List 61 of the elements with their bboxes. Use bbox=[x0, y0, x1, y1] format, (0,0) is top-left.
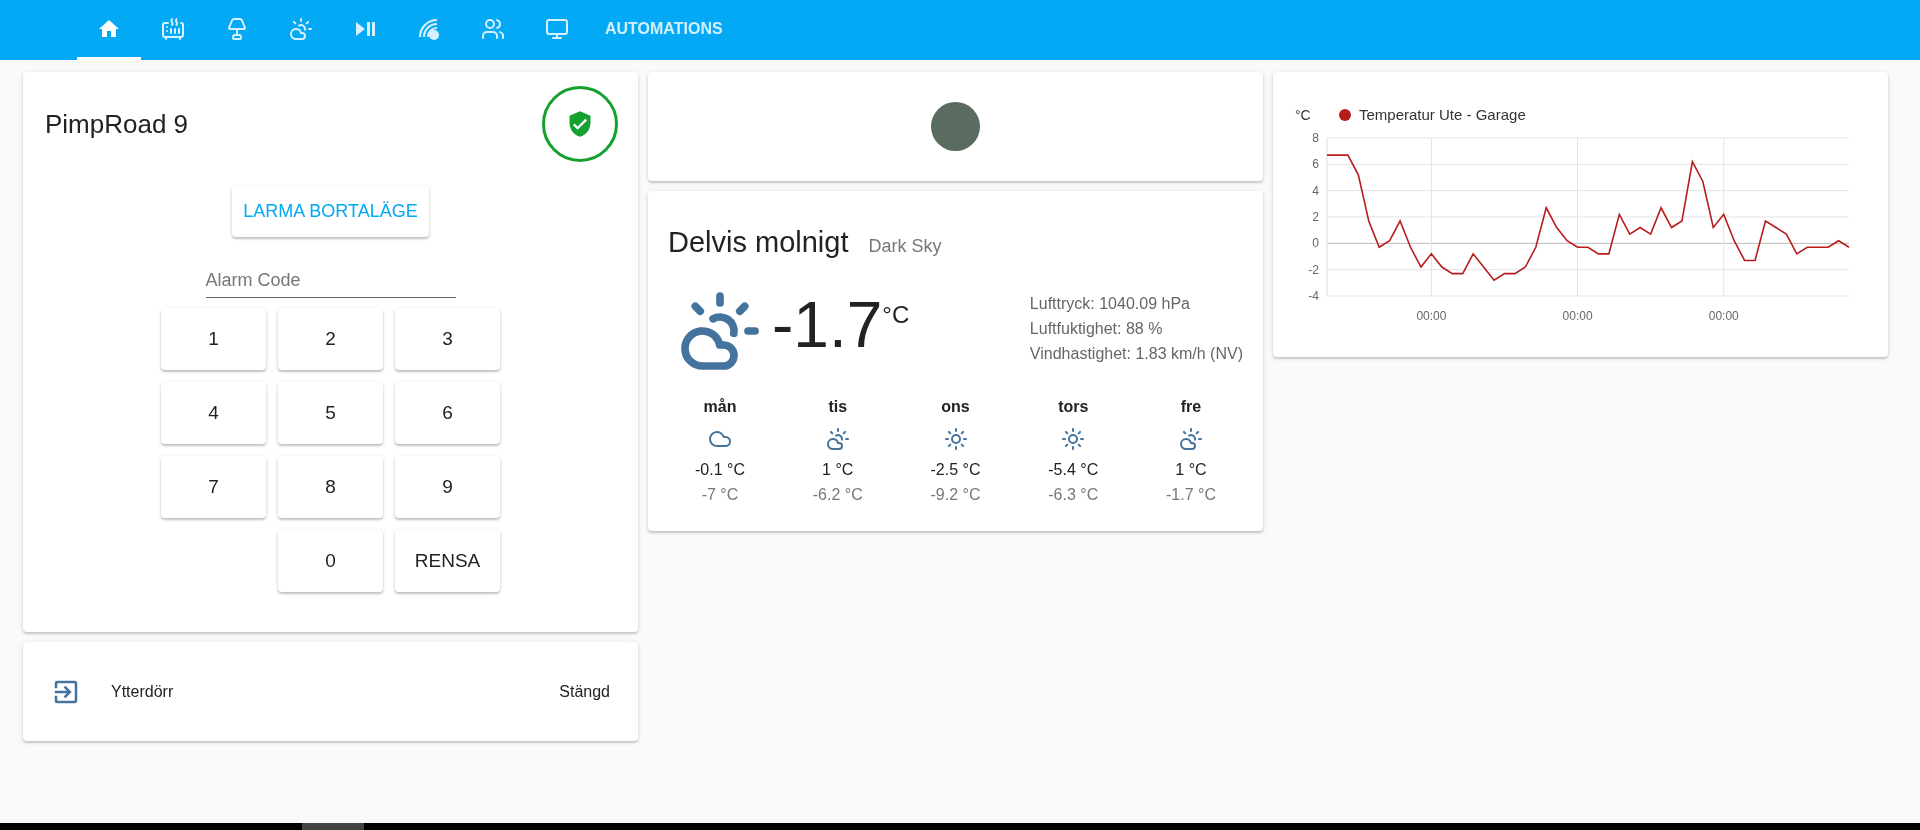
keypad-key[interactable]: 1 bbox=[161, 308, 266, 370]
y-tick-label: 2 bbox=[1312, 210, 1319, 224]
scrollbar-thumb[interactable] bbox=[302, 823, 364, 830]
forecast-day: mån bbox=[703, 394, 737, 419]
radiator-icon bbox=[161, 16, 185, 41]
weather-attribute: Lufttryck: 1040.09 hPa bbox=[1029, 293, 1191, 314]
keypad-key[interactable]: 2 bbox=[278, 308, 383, 370]
alarm-title: PimpRoad 9 bbox=[44, 107, 189, 141]
axis-unit-label: °C bbox=[1295, 107, 1311, 123]
forecast-high: -5.4 °C bbox=[1048, 459, 1099, 480]
signal-icon bbox=[417, 16, 441, 41]
keypad-key[interactable]: 7 bbox=[161, 456, 266, 518]
forecast-low: -7 °C bbox=[701, 484, 739, 505]
keypad-key[interactable]: 9 bbox=[395, 456, 500, 518]
forecast-low: -1.7 °C bbox=[1166, 484, 1216, 505]
computer-icon bbox=[545, 16, 569, 41]
forecast-day: ons bbox=[941, 394, 970, 419]
photo-placeholder bbox=[931, 102, 980, 151]
door-state: Stängd bbox=[559, 681, 610, 702]
alarm-code-field[interactable]: Alarm Code bbox=[205, 267, 456, 298]
forecast-high: 1 °C bbox=[1175, 459, 1207, 480]
keypad-key[interactable]: 5 bbox=[278, 382, 383, 444]
cloud-sun-icon bbox=[1179, 426, 1203, 451]
keypad-key[interactable]: 6 bbox=[395, 382, 500, 444]
x-tick-label: 00:00 bbox=[1708, 309, 1739, 323]
keypad-key[interactable]: 0 bbox=[278, 530, 383, 592]
door-name: Ytterdörr bbox=[111, 681, 174, 702]
cloud-sun-icon bbox=[825, 426, 850, 451]
sun-icon bbox=[943, 426, 968, 451]
forecast-low: -9.2 °C bbox=[930, 484, 981, 505]
legend-label[interactable]: Temperatur Ute - Garage bbox=[1359, 106, 1526, 123]
y-tick-label: 8 bbox=[1312, 131, 1319, 145]
keypad-key[interactable]: 8 bbox=[278, 456, 383, 518]
cloud-sun-icon bbox=[289, 16, 313, 41]
forecast-day: tors bbox=[1058, 394, 1089, 419]
forecast-high: -2.5 °C bbox=[930, 459, 981, 480]
weather-attribute: Vindhastighet: 1.83 km/h (NV) bbox=[1029, 343, 1243, 364]
people-icon bbox=[481, 16, 505, 41]
y-tick-label: -2 bbox=[1308, 262, 1319, 277]
current-temperature: -1.7 bbox=[772, 288, 883, 361]
temperature-unit: °C bbox=[882, 299, 910, 330]
y-tick-label: 6 bbox=[1312, 157, 1319, 172]
weather-condition: Delvis molnigt bbox=[668, 225, 849, 260]
forecast-day: tis bbox=[828, 394, 848, 419]
x-tick-label: 00:00 bbox=[1562, 309, 1593, 323]
forecast-day: fre bbox=[1180, 394, 1202, 419]
forecast-low: -6.2 °C bbox=[812, 484, 863, 505]
lamp-icon bbox=[225, 16, 249, 41]
keypad-key[interactable]: 4 bbox=[161, 382, 266, 444]
forecast-low: -6.3 °C bbox=[1048, 484, 1099, 505]
forecast-high: 1 °C bbox=[822, 459, 854, 480]
x-tick-label: 00:00 bbox=[1416, 309, 1447, 323]
keypad-key[interactable]: 3 bbox=[395, 308, 500, 370]
y-tick-label: 4 bbox=[1312, 183, 1319, 198]
weather-source: Dark Sky bbox=[868, 235, 942, 258]
y-tick-label: -4 bbox=[1308, 289, 1319, 303]
sun-icon bbox=[1061, 426, 1086, 451]
forecast-high: -0.1 °C bbox=[695, 459, 745, 480]
keypad-key[interactable]: RENSA bbox=[395, 530, 500, 592]
y-tick-label: 0 bbox=[1312, 236, 1319, 251]
weather-attribute: Luftfuktighet: 88 % bbox=[1029, 318, 1164, 339]
